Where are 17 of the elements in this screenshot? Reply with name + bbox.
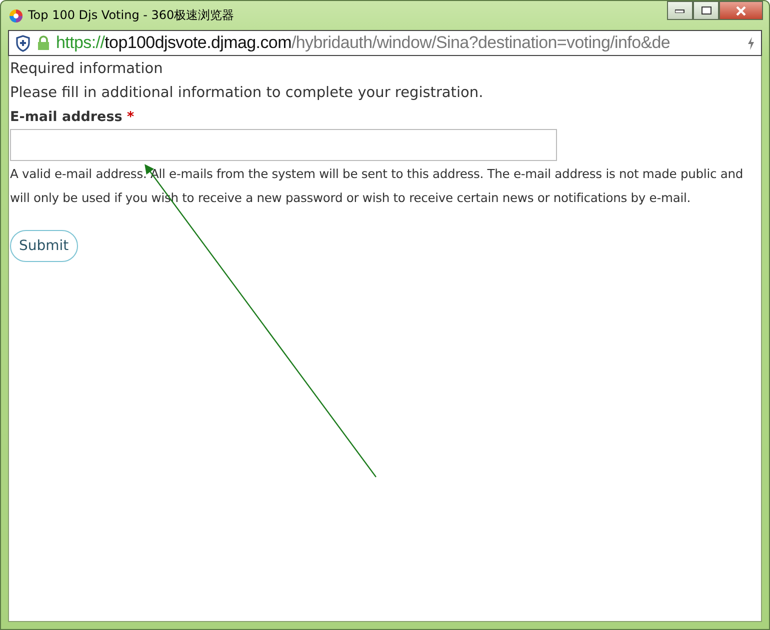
close-button[interactable] [719, 1, 763, 20]
lightning-icon[interactable] [747, 36, 755, 50]
browser-logo-icon [9, 8, 23, 22]
minimize-icon [675, 8, 685, 12]
intro-text: Please fill in additional information to complete your registration. [10, 84, 484, 103]
field-label: E-mail address [10, 109, 122, 125]
lock-icon [37, 35, 50, 51]
maximize-icon [700, 6, 712, 15]
email-input-field[interactable] [10, 129, 557, 161]
minimize-button[interactable] [667, 1, 693, 20]
maximize-button[interactable] [693, 1, 719, 20]
window-title: Top 100 Djs Voting - 360极速浏览器 [28, 7, 236, 24]
page-heading: Required information [10, 60, 164, 79]
submit-button[interactable]: Submit [10, 230, 78, 262]
close-icon [735, 6, 747, 16]
shield-icon[interactable] [15, 34, 31, 52]
required-mark: * [126, 109, 134, 125]
